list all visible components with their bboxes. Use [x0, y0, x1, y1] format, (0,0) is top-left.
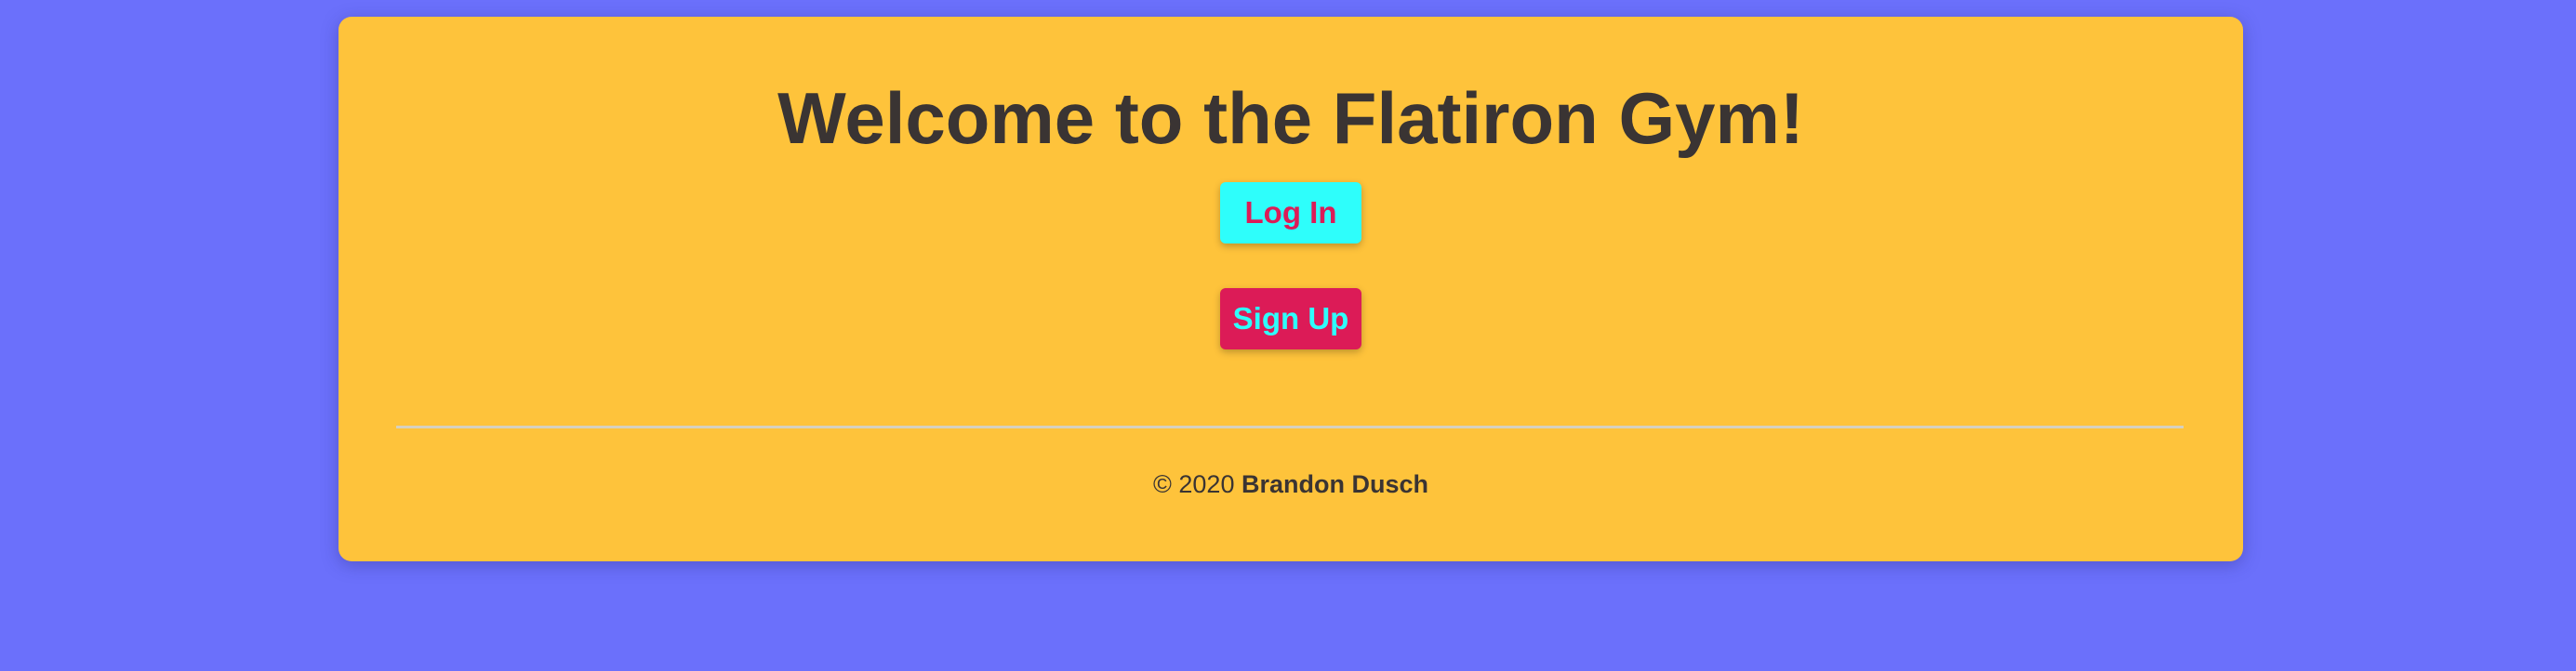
author-name: Brandon Dusch: [1241, 470, 1428, 498]
log-in-button[interactable]: Log In: [1220, 182, 1361, 243]
footer-divider: [396, 426, 2184, 428]
page-title: Welcome to the Flatiron Gym!: [777, 77, 1804, 159]
copyright-text: © 2020: [1153, 470, 1235, 498]
sign-up-button[interactable]: Sign Up: [1220, 288, 1361, 349]
welcome-card: Welcome to the Flatiron Gym! Log In Sign…: [339, 17, 2243, 561]
footer: © 2020 Brandon Dusch: [339, 470, 2243, 499]
